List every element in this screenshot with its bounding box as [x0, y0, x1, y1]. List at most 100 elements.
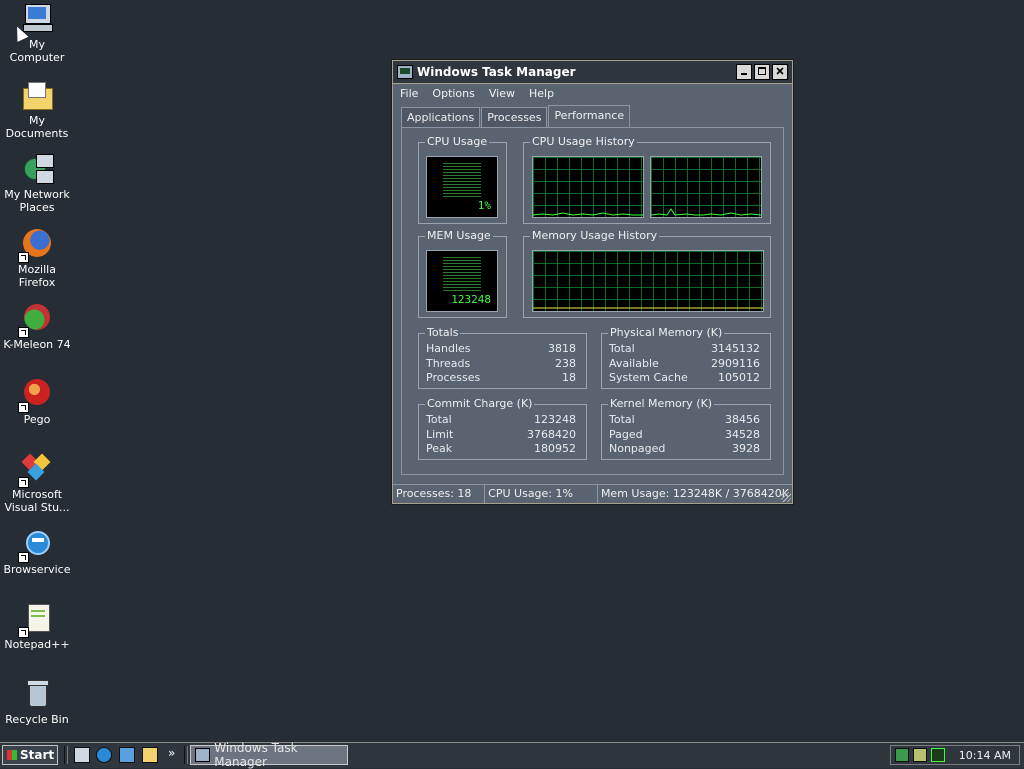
cpu-history-group: CPU Usage History	[523, 135, 771, 224]
desktop-icon-pego[interactable]: Pego	[0, 377, 74, 426]
window-title: Windows Task Manager	[417, 65, 576, 79]
cpu-history-line-1	[533, 212, 643, 216]
tab-performance[interactable]: Performance	[548, 105, 631, 128]
quick-launch-overflow-icon[interactable]: »	[168, 746, 175, 760]
status-processes: Processes: 18	[393, 485, 486, 503]
tab-strip: Applications Processes Performance	[401, 105, 631, 128]
task-manager-tray-icon[interactable]	[931, 748, 945, 762]
recycle-bin-icon	[20, 677, 54, 711]
kmeleon-icon	[18, 302, 54, 338]
desktop-icon-firefox[interactable]: Mozilla Firefox	[0, 227, 74, 289]
tab-applications[interactable]: Applications	[401, 107, 481, 127]
shortcut-arrow-icon	[18, 627, 29, 638]
browser-icon	[18, 527, 54, 563]
mem-history-group: Memory Usage History	[523, 229, 771, 318]
commit-charge-label: Commit Charge (K)	[425, 397, 535, 411]
close-button[interactable]	[772, 64, 788, 80]
start-label: Start	[20, 748, 55, 762]
cpu-history-label: CPU Usage History	[530, 135, 637, 149]
kernel-row-nonpaged: Nonpaged 3928	[609, 442, 760, 455]
mem-meter-bars	[443, 257, 481, 291]
kernel-memory-group: Kernel Memory (K) Total 38456 Paged 34528 …	[601, 397, 771, 460]
desktop-icon-label: Notepad++	[4, 638, 70, 651]
maximize-icon	[758, 67, 766, 75]
system-tray: 10:14 AM	[890, 745, 1020, 765]
shortcut-arrow-icon	[18, 402, 29, 413]
desktop-icon-recycle-bin[interactable]: Recycle Bin	[0, 677, 74, 726]
volume-tray-icon[interactable]	[913, 748, 927, 762]
task-manager-icon	[195, 748, 211, 762]
cpu-history-line-2	[651, 208, 761, 216]
commit-charge-group: Commit Charge (K) Total 123248 Limit 37684…	[418, 397, 587, 460]
title-bar[interactable]: Windows Task Manager	[393, 61, 792, 84]
cpu-history-graph-core-1	[532, 156, 644, 218]
windows-flag-icon	[7, 750, 17, 760]
maximize-button[interactable]	[754, 64, 770, 80]
task-manager-window[interactable]: Windows Task Manager File Options View H…	[391, 59, 794, 505]
desktop-icon-label: Recycle Bin	[5, 713, 69, 726]
pego-icon	[18, 377, 54, 413]
menu-bar: File Options View Help	[393, 84, 792, 102]
clock[interactable]: 10:14 AM	[959, 749, 1011, 762]
taskbar: Start » Windows Task Manager 10:14 AM	[0, 741, 1024, 769]
desktop-icon-visual-studio[interactable]: Microsoft Visual Stu...	[0, 452, 74, 514]
tab-processes[interactable]: Processes	[481, 107, 548, 127]
visual-studio-icon	[18, 452, 54, 488]
shortcut-arrow-icon	[18, 552, 29, 563]
desktop-icon-label: My Documents	[5, 114, 69, 140]
taskbar-button-task-manager[interactable]: Windows Task Manager	[190, 741, 348, 769]
search-quicklaunch-icon[interactable]	[142, 747, 158, 763]
desktop-icon-label: K-Meleon 74	[3, 338, 71, 351]
cpu-history-graph-core-2	[650, 156, 762, 218]
physical-row-system-cache: System Cache 105012	[609, 371, 760, 384]
folder-icon	[20, 78, 54, 112]
desktop-icon-label: Microsoft Visual Stu...	[4, 488, 70, 514]
physical-memory-label: Physical Memory (K)	[608, 326, 725, 340]
desktop-icon-notepad-plus-plus[interactable]: Notepad++	[0, 602, 74, 651]
desktop-icon-my-network-places[interactable]: My Network Places	[0, 152, 74, 214]
notepad-icon	[18, 602, 54, 638]
mem-history-graph	[532, 250, 764, 312]
desktop-icon-label: My Network Places	[4, 188, 70, 214]
totals-group: Totals Handles 3818 Threads 238 Processes 1…	[418, 326, 587, 389]
mem-history-label: Memory Usage History	[530, 229, 660, 243]
totals-row-handles: Handles 3818	[426, 342, 576, 355]
menu-file[interactable]: File	[393, 87, 425, 100]
minimize-icon	[741, 73, 747, 75]
firefox-icon	[18, 227, 54, 263]
cpu-usage-value: 1%	[477, 199, 491, 212]
cpu-usage-group: CPU Usage 1%	[418, 135, 507, 224]
network-icon	[20, 152, 54, 186]
start-button[interactable]: Start	[2, 745, 58, 765]
close-icon	[776, 67, 784, 75]
task-manager-icon	[397, 65, 413, 79]
desktop-icon-label: Mozilla Firefox	[18, 263, 56, 289]
kernel-memory-label: Kernel Memory (K)	[608, 397, 715, 411]
desktop-icon-browservice[interactable]: Browservice	[0, 527, 74, 576]
resize-grip-icon[interactable]	[781, 492, 791, 502]
commit-row-limit: Limit 3768420	[426, 428, 576, 441]
desktop-icon-my-computer[interactable]: My Computer	[0, 2, 74, 64]
physical-row-available: Available 2909116	[609, 357, 760, 370]
desktop-icon-label: Browservice	[3, 563, 71, 576]
explorer-quicklaunch-icon[interactable]	[119, 747, 135, 763]
cpu-usage-label: CPU Usage	[425, 135, 490, 149]
desktop-icon-label: My Computer	[9, 38, 65, 64]
task-divider	[184, 746, 188, 764]
shortcut-arrow-icon	[18, 477, 29, 488]
cpu-meter-bars	[443, 163, 481, 197]
menu-view[interactable]: View	[482, 87, 522, 100]
desktop-icon-k-meleon[interactable]: K-Meleon 74	[0, 302, 74, 351]
ie-quicklaunch-icon[interactable]	[96, 747, 112, 763]
show-desktop-icon[interactable]	[74, 747, 90, 763]
cpu-usage-meter: 1%	[426, 156, 498, 218]
totals-row-processes: Processes 18	[426, 371, 576, 384]
status-mem-usage: Mem Usage: 123248K / 3768420K	[600, 487, 789, 500]
desktop-icon-my-documents[interactable]: My Documents	[0, 78, 74, 140]
minimize-button[interactable]	[736, 64, 752, 80]
performance-panel: CPU Usage 1% CPU Usage History MEM Usage…	[401, 127, 784, 475]
menu-options[interactable]: Options	[425, 87, 481, 100]
menu-help[interactable]: Help	[522, 87, 561, 100]
mem-history-line	[533, 307, 763, 309]
network-tray-icon[interactable]	[895, 748, 909, 762]
